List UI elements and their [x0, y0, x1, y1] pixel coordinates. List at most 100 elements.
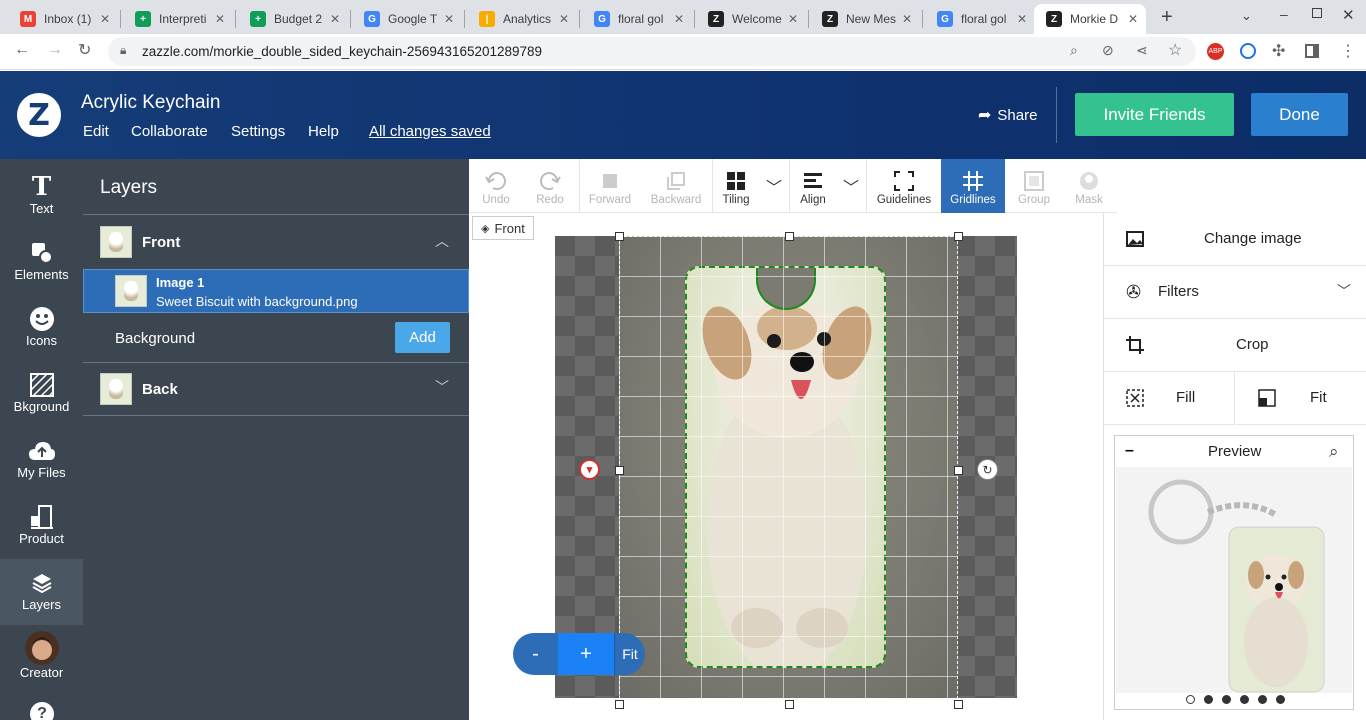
close-tab-icon[interactable]: ✕	[788, 12, 798, 26]
extensions-puzzle-icon[interactable]: ✣	[1272, 41, 1285, 61]
preview-page-dot[interactable]	[1276, 695, 1285, 704]
close-tab-icon[interactable]: ✕	[330, 12, 340, 26]
close-window-icon[interactable]: ✕	[1342, 6, 1355, 24]
browser-tab[interactable]: Z Morkie D ✕	[1034, 4, 1146, 34]
zoom-fit-button[interactable]: Fit	[614, 633, 645, 675]
resize-handle[interactable]	[785, 232, 794, 241]
redo-button[interactable]: Redo	[523, 159, 577, 213]
layer-item-image-1[interactable]: Image 1 Sweet Biscuit with background.pn…	[83, 269, 469, 313]
zoom-icon[interactable]: ⌕	[1070, 42, 1078, 59]
chevron-up-icon[interactable]: ︿	[435, 231, 449, 251]
bookmark-star-icon[interactable]: ☆	[1168, 40, 1182, 60]
change-image-button[interactable]: Change image	[1104, 213, 1366, 266]
close-tab-icon[interactable]: ✕	[444, 12, 454, 26]
search-icon[interactable]: ⌕	[1329, 442, 1339, 462]
new-tab-button[interactable]: +	[1161, 6, 1173, 29]
rail-item-layers[interactable]: Layers	[0, 559, 83, 625]
gridlines-button[interactable]: Gridlines	[941, 159, 1005, 213]
rail-item-creator[interactable]: Creator	[0, 625, 83, 695]
forward-icon[interactable]: →	[47, 41, 63, 59]
side-indicator-tag[interactable]: ◈ Front	[472, 216, 534, 240]
invite-friends-button[interactable]: Invite Friends	[1075, 93, 1234, 136]
close-tab-icon[interactable]: ✕	[215, 12, 225, 26]
forward-button[interactable]: Forward	[580, 159, 640, 213]
share-page-icon[interactable]: ⋖	[1136, 42, 1148, 59]
selection-box[interactable]	[619, 236, 958, 704]
address-bar[interactable]: 🔒︎ zazzle.com/morkie_double_sided_keycha…	[108, 37, 1196, 66]
backward-button[interactable]: Backward	[644, 159, 708, 213]
close-tab-icon[interactable]: ✕	[100, 12, 110, 26]
browser-tab[interactable]: Gfloral gol ✕	[925, 4, 1035, 34]
undo-button[interactable]: Undo	[469, 159, 523, 213]
rail-item-my-files[interactable]: My Files	[0, 427, 83, 493]
align-dropdown[interactable]: ﹀	[836, 159, 866, 213]
filters-dropdown[interactable]: ✇ Filters ﹀	[1104, 266, 1366, 319]
resize-handle[interactable]	[615, 700, 624, 709]
rail-item-icons[interactable]: Icons	[0, 295, 83, 361]
mask-button[interactable]: Mask	[1061, 159, 1117, 213]
add-background-button[interactable]: Add	[395, 322, 450, 353]
browser-tab[interactable]: Z Welcome ✕	[696, 4, 806, 34]
browser-tab[interactable]: + Budget 2 ✕	[238, 4, 348, 34]
rotate-icon[interactable]: ↻	[977, 459, 998, 480]
close-tab-icon[interactable]: ✕	[1017, 12, 1027, 26]
rail-item-product[interactable]: Product	[0, 493, 83, 559]
preview-page-dot[interactable]	[1204, 695, 1213, 704]
resize-handle[interactable]	[954, 466, 963, 475]
help-icon[interactable]: ?	[30, 702, 54, 726]
resize-handle[interactable]	[615, 466, 624, 475]
layer-group-back[interactable]: Back ﹀	[83, 362, 469, 416]
zoom-in-button[interactable]: +	[558, 633, 614, 675]
close-tab-icon[interactable]: ✕	[674, 12, 684, 26]
done-button[interactable]: Done	[1251, 93, 1348, 136]
restore-icon[interactable]	[1312, 8, 1322, 18]
browser-menu-icon[interactable]: ⋮	[1340, 41, 1356, 61]
preview-page-dot[interactable]	[1240, 695, 1249, 704]
tab-search-icon[interactable]: ⌄	[1241, 8, 1252, 24]
zoom-out-button[interactable]: -	[513, 633, 558, 675]
rail-item-background[interactable]: Bkground	[0, 361, 83, 427]
chevron-down-icon[interactable]: ﹀	[435, 377, 449, 397]
menu-collaborate[interactable]: Collaborate	[131, 123, 208, 140]
rail-item-elements[interactable]: Elements	[0, 229, 83, 295]
resize-handle[interactable]	[954, 700, 963, 709]
align-button[interactable]: Align	[790, 159, 836, 213]
guidelines-button[interactable]: Guidelines	[869, 159, 939, 213]
menu-edit[interactable]: Edit	[83, 123, 109, 140]
zazzle-logo[interactable]: Z	[17, 93, 61, 137]
browser-tab[interactable]: | Analytics ✕	[467, 4, 577, 34]
browser-tab[interactable]: Z New Mes ✕	[810, 4, 920, 34]
tiling-dropdown[interactable]: ﹀	[759, 159, 789, 213]
tracking-icon[interactable]: ⊘	[1102, 42, 1114, 59]
preview-collapse-button[interactable]: –	[1125, 442, 1134, 460]
menu-settings[interactable]: Settings	[231, 123, 285, 140]
group-button[interactable]: Group	[1007, 159, 1061, 213]
layer-group-front[interactable]: Front ︿	[83, 214, 469, 268]
browser-tab[interactable]: Gfloral gol ✕	[582, 4, 692, 34]
preview-page-dot[interactable]	[1258, 695, 1267, 704]
preview-page-dot[interactable]	[1222, 695, 1231, 704]
preview-image[interactable]	[1116, 467, 1352, 693]
side-panel-icon[interactable]	[1305, 44, 1319, 58]
resize-handle[interactable]	[954, 232, 963, 241]
share-button[interactable]: ➦ Share	[978, 105, 1037, 125]
save-status-link[interactable]: All changes saved	[369, 123, 491, 140]
browser-tab[interactable]: M Inbox (1) ✕	[8, 4, 118, 34]
browser-tab[interactable]: + Interpreti ✕	[123, 4, 233, 34]
close-tab-icon[interactable]: ✕	[902, 12, 912, 26]
close-tab-icon[interactable]: ✕	[559, 12, 569, 26]
rail-item-text[interactable]: T Text	[0, 163, 83, 229]
close-tab-icon[interactable]: ✕	[1128, 12, 1138, 26]
menu-help[interactable]: Help	[308, 123, 339, 140]
minimize-icon[interactable]: –	[1280, 6, 1288, 22]
crop-button[interactable]: Crop	[1104, 319, 1366, 372]
back-icon[interactable]: ←	[14, 41, 30, 59]
fit-button[interactable]: Fit	[1236, 372, 1366, 425]
browser-tab[interactable]: G Google T ✕	[352, 4, 462, 34]
tiling-button[interactable]: Tiling	[713, 159, 759, 213]
chat-extension-icon[interactable]	[1240, 43, 1256, 59]
resize-handle[interactable]	[615, 232, 624, 241]
resize-handle[interactable]	[785, 700, 794, 709]
reload-icon[interactable]: ↻	[78, 40, 91, 60]
adblock-extension-icon[interactable]: ABP	[1207, 43, 1224, 60]
